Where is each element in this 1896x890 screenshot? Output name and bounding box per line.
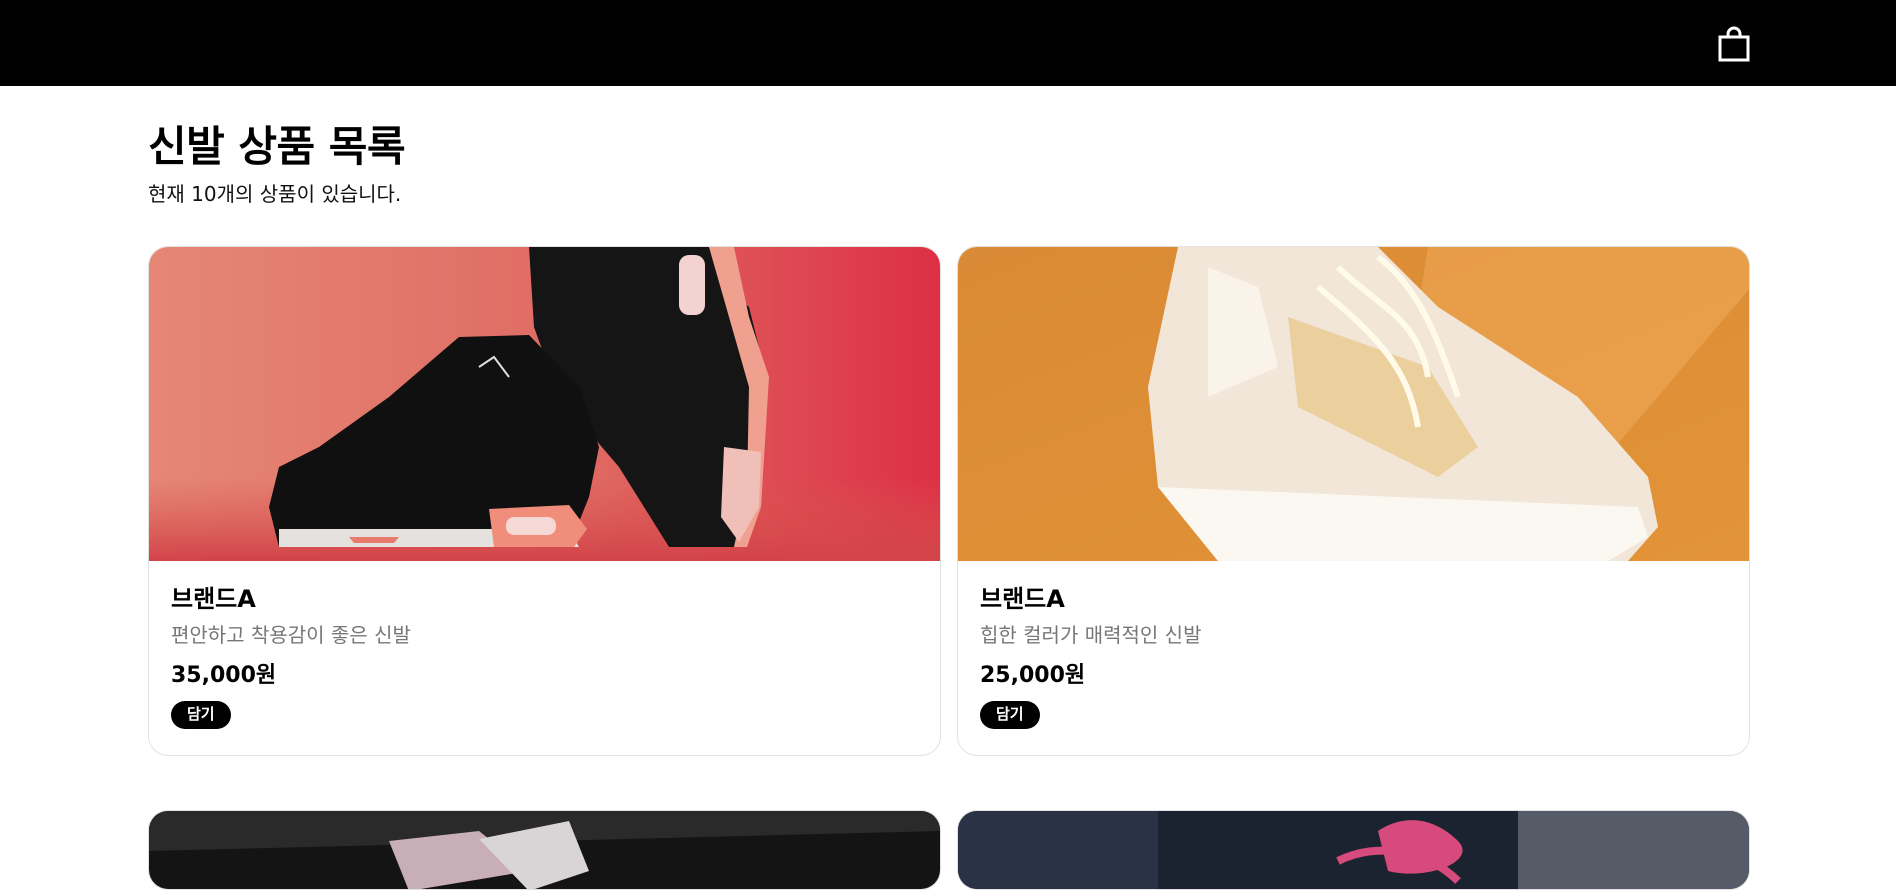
add-to-cart-button[interactable]: 담기 (171, 701, 231, 729)
product-card[interactable] (148, 810, 941, 890)
shopping-bag-icon (1718, 26, 1750, 62)
product-count-text: 현재 10개의 상품이 있습니다. (148, 182, 402, 206)
product-price: 25,000원 (980, 663, 1086, 688)
product-price: 35,000원 (171, 663, 277, 688)
page-title: 신발 상품 목록 (148, 122, 406, 171)
add-to-cart-button[interactable]: 담기 (980, 701, 1040, 729)
product-card[interactable] (957, 810, 1750, 890)
product-card[interactable]: 브랜드A 편안하고 착용감이 좋은 신발 35,000원 담기 (148, 246, 941, 756)
product-image[interactable] (149, 247, 940, 561)
product-description: 힙한 컬러가 매력적인 신발 (980, 623, 1202, 647)
page-header: 신발 상품 목록 현재 10개의 상품이 있습니다. (148, 120, 1750, 208)
cart-button[interactable] (1715, 24, 1753, 64)
top-navigation-bar (0, 0, 1896, 86)
product-image[interactable] (958, 247, 1749, 561)
product-description: 편안하고 착용감이 좋은 신발 (171, 623, 411, 647)
product-image[interactable] (958, 811, 1749, 889)
product-image[interactable] (149, 811, 940, 889)
product-grid: 브랜드A 편안하고 착용감이 좋은 신발 35,000원 담기 브랜드A 힙한 … (148, 246, 1750, 890)
product-card[interactable]: 브랜드A 힙한 컬러가 매력적인 신발 25,000원 담기 (957, 246, 1750, 756)
product-brand: 브랜드A (980, 585, 1065, 613)
product-brand: 브랜드A (171, 585, 256, 613)
